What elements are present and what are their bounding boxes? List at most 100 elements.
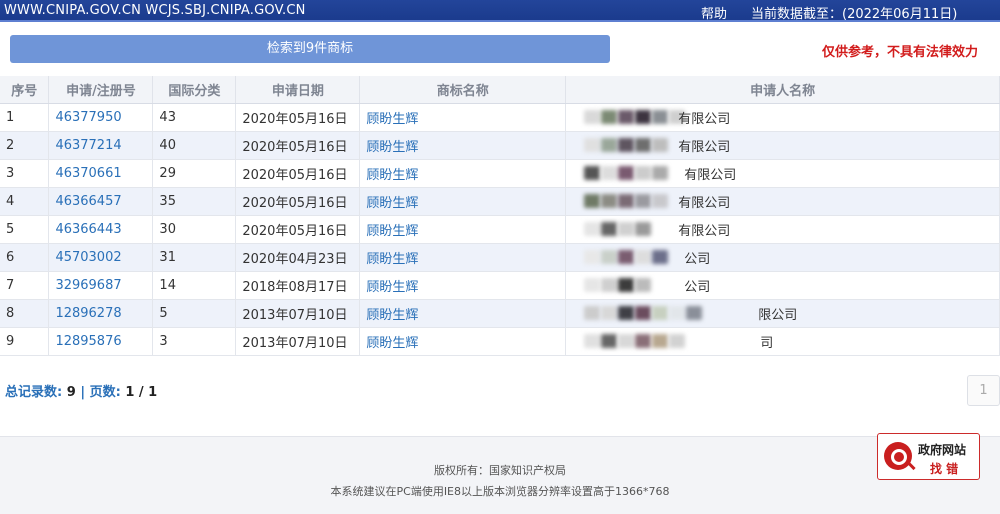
- row-trademark-link[interactable]: 顾盼生辉: [359, 131, 567, 160]
- redaction-block: [652, 250, 669, 264]
- table-row[interactable]: 5 46366443 30 2020年05月16日 顾盼生辉 有限公司: [0, 215, 1000, 244]
- row-date: 2020年05月16日: [235, 103, 361, 132]
- table-row[interactable]: 1 46377950 43 2020年05月16日 顾盼生辉 有限公司: [0, 103, 1000, 132]
- redaction-block: [669, 334, 686, 348]
- row-index: 1: [0, 103, 50, 132]
- row-reg-no-link[interactable]: 46377950: [48, 103, 154, 132]
- redaction-block: [652, 138, 669, 152]
- total-count: 9: [66, 385, 76, 400]
- redaction-block: [652, 166, 669, 180]
- row-trademark-link[interactable]: 顾盼生辉: [359, 243, 567, 272]
- redaction-block: [669, 306, 686, 320]
- redaction-block: [601, 306, 618, 320]
- total-label: 总记录数:: [5, 385, 63, 400]
- applicant-suffix: 有限公司: [678, 112, 731, 127]
- row-reg-no-link[interactable]: 46377214: [48, 131, 154, 160]
- redaction-block: [618, 306, 635, 320]
- redaction-block: [584, 194, 601, 208]
- redaction-block: [635, 138, 652, 152]
- row-date: 2020年05月16日: [235, 131, 361, 160]
- gov-site-error-report[interactable]: 政府网站 找 错: [877, 433, 980, 480]
- row-trademark-link[interactable]: 顾盼生辉: [359, 271, 567, 300]
- header-applicant: 申请人名称: [565, 76, 1000, 104]
- applicant-redacted: 有限公司: [572, 108, 772, 127]
- applicant-redacted: 公司: [572, 248, 772, 267]
- row-trademark-link[interactable]: 顾盼生辉: [359, 103, 567, 132]
- header-trademark: 商标名称: [359, 76, 567, 104]
- applicant-suffix: 有限公司: [678, 224, 731, 239]
- applicant-suffix: 有限公司: [684, 168, 737, 183]
- row-index: 9: [0, 327, 50, 356]
- applicant-redacted: 有限公司: [572, 220, 772, 239]
- redaction-block: [584, 110, 601, 124]
- table-row[interactable]: 2 46377214 40 2020年05月16日 顾盼生辉 有限公司: [0, 131, 1000, 160]
- row-trademark-link[interactable]: 顾盼生辉: [359, 159, 567, 188]
- applicant-redacted: 司: [572, 332, 774, 351]
- row-reg-no-link[interactable]: 12896278: [48, 299, 154, 328]
- row-reg-no-link[interactable]: 45703002: [48, 243, 154, 272]
- table-row[interactable]: 4 46366457 35 2020年05月16日 顾盼生辉 有限公司: [0, 187, 1000, 216]
- applicant-suffix: 司: [760, 336, 774, 351]
- redaction-block: [618, 222, 635, 236]
- row-trademark-link[interactable]: 顾盼生辉: [359, 215, 567, 244]
- pager-separator: |: [80, 385, 86, 400]
- table-row[interactable]: 6 45703002 31 2020年04月23日 顾盼生辉 公司: [0, 243, 1000, 272]
- applicant-suffix: 有限公司: [678, 140, 731, 155]
- row-date: 2020年05月16日: [235, 215, 361, 244]
- redaction-block: [601, 110, 618, 124]
- row-class: 5: [152, 299, 237, 328]
- table-row[interactable]: 8 12896278 5 2013年07月10日 顾盼生辉 限公司: [0, 299, 1000, 328]
- applicant-suffix: 公司: [684, 252, 711, 267]
- redaction-block: [652, 334, 669, 348]
- redaction-block: [635, 110, 652, 124]
- row-trademark-link[interactable]: 顾盼生辉: [359, 299, 567, 328]
- row-index: 2: [0, 131, 50, 160]
- redaction-block: [584, 250, 601, 264]
- row-reg-no-link[interactable]: 46366457: [48, 187, 154, 216]
- row-trademark-link[interactable]: 顾盼生辉: [359, 187, 567, 216]
- header-index: 序号: [0, 76, 50, 104]
- redaction-block: [635, 166, 652, 180]
- result-count-bar: 检索到9件商标: [10, 35, 610, 63]
- redaction-block: [618, 334, 635, 348]
- row-reg-no-link[interactable]: 12895876: [48, 327, 154, 356]
- pager-info: 总记录数: 9 | 页数: 1 / 1: [5, 381, 157, 400]
- table-row[interactable]: 3 46370661 29 2020年05月16日 顾盼生辉 有限公司: [0, 159, 1000, 188]
- applicant-redacted: 公司: [572, 276, 772, 295]
- results-table: 序号 申请/注册号 国际分类 申请日期 商标名称 申请人名称 1 46377950…: [0, 76, 1000, 356]
- row-date: 2020年04月23日: [235, 243, 361, 272]
- header-reg-no: 申请/注册号: [48, 76, 154, 104]
- row-index: 5: [0, 215, 50, 244]
- row-class: 30: [152, 215, 237, 244]
- table-row[interactable]: 7 32969687 14 2018年08月17日 顾盼生辉 公司: [0, 271, 1000, 300]
- redaction-block: [618, 166, 635, 180]
- row-reg-no-link[interactable]: 46370661: [48, 159, 154, 188]
- redaction-block: [601, 222, 618, 236]
- redaction-block: [635, 194, 652, 208]
- page-1-button[interactable]: 1: [967, 375, 1000, 406]
- row-date: 2020年05月16日: [235, 159, 361, 188]
- redaction-block: [618, 110, 635, 124]
- row-applicant: 有限公司: [565, 215, 1000, 244]
- redaction-block: [584, 138, 601, 152]
- row-applicant: 司: [565, 327, 1000, 356]
- row-index: 8: [0, 299, 50, 328]
- row-reg-no-link[interactable]: 32969687: [48, 271, 154, 300]
- top-bar: WWW.CNIPA.GOV.CN WCJS.SBJ.CNIPA.GOV.CN 帮…: [0, 0, 1000, 22]
- row-class: 40: [152, 131, 237, 160]
- row-date: 2020年05月16日: [235, 187, 361, 216]
- redaction-block: [652, 110, 669, 124]
- redaction-block: [601, 194, 618, 208]
- row-index: 4: [0, 187, 50, 216]
- row-reg-no-link[interactable]: 46366443: [48, 215, 154, 244]
- footer-browser-hint: 本系统建议在PC端使用IE8以上版本浏览器分辨率设置高于1366*768: [330, 485, 670, 498]
- row-date: 2013年07月10日: [235, 299, 361, 328]
- row-index: 3: [0, 159, 50, 188]
- row-trademark-link[interactable]: 顾盼生辉: [359, 327, 567, 356]
- redaction-block: [584, 222, 601, 236]
- table-row[interactable]: 9 12895876 3 2013年07月10日 顾盼生辉 司: [0, 327, 1000, 356]
- footer: 版权所有：国家知识产权局 本系统建议在PC端使用IE8以上版本浏览器分辨率设置高…: [0, 436, 1000, 514]
- footer-copyright: 版权所有：国家知识产权局: [434, 464, 566, 477]
- applicant-suffix: 限公司: [758, 308, 798, 323]
- redaction-block: [601, 166, 618, 180]
